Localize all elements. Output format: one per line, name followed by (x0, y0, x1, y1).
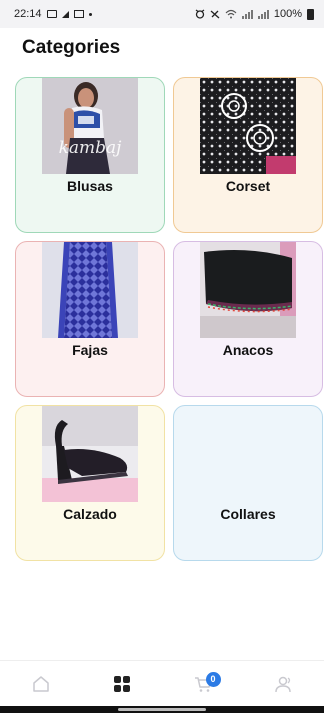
status-time: 22:14 (14, 8, 42, 20)
category-label: Corset (225, 178, 271, 194)
signal-icon (241, 9, 253, 19)
category-grid: kambaj Blusas Corset Fajas Anacos Calzad… (15, 77, 323, 561)
home-icon (32, 675, 49, 692)
gesture-bar (0, 706, 324, 713)
blusas-image: kambaj (42, 78, 138, 174)
category-card-blusas[interactable]: kambaj Blusas (15, 77, 165, 233)
battery-icon (307, 8, 314, 20)
nav-profile[interactable] (264, 664, 304, 704)
category-card-collares[interactable]: Collares (173, 405, 323, 561)
calzado-image (42, 406, 138, 502)
fajas-image (42, 242, 138, 338)
status-left: 22:14 (14, 8, 92, 20)
category-label: Anacos (222, 342, 274, 358)
category-card-corset[interactable]: Corset (173, 77, 323, 233)
corset-image (200, 78, 296, 174)
category-card-anacos[interactable]: Anacos (173, 241, 323, 397)
profile-icon (274, 676, 291, 692)
mute-icon (210, 10, 220, 19)
nav-categories[interactable] (102, 664, 142, 704)
bottom-nav: 0 (0, 660, 324, 706)
alarm-icon (195, 9, 205, 19)
signal-2-icon (257, 9, 269, 19)
nav-cart[interactable]: 0 (183, 664, 223, 704)
category-card-calzado[interactable]: Calzado (15, 405, 165, 561)
status-bar: 22:14 100% (0, 0, 324, 28)
category-label: Fajas (72, 342, 108, 358)
category-label: Blusas (67, 178, 113, 194)
category-label: Collares (220, 506, 276, 522)
photo-notification-icon (46, 10, 57, 18)
cart-count-badge: 0 (205, 671, 221, 687)
page-title: Categories (22, 37, 121, 58)
category-label: Calzado (63, 506, 117, 522)
send-notification-icon (61, 10, 69, 18)
gesture-handle[interactable] (118, 708, 206, 711)
status-right: 100% (195, 8, 314, 20)
wifi-icon (225, 9, 237, 19)
grid-icon (113, 675, 130, 692)
battery-percent: 100% (273, 8, 302, 20)
mail-notification-icon (73, 10, 84, 18)
category-card-fajas[interactable]: Fajas (15, 241, 165, 397)
anacos-image (200, 242, 296, 338)
nav-home[interactable] (21, 664, 61, 704)
more-notifications-icon (88, 12, 92, 16)
blusas-image-caption: kambaj (58, 138, 122, 158)
